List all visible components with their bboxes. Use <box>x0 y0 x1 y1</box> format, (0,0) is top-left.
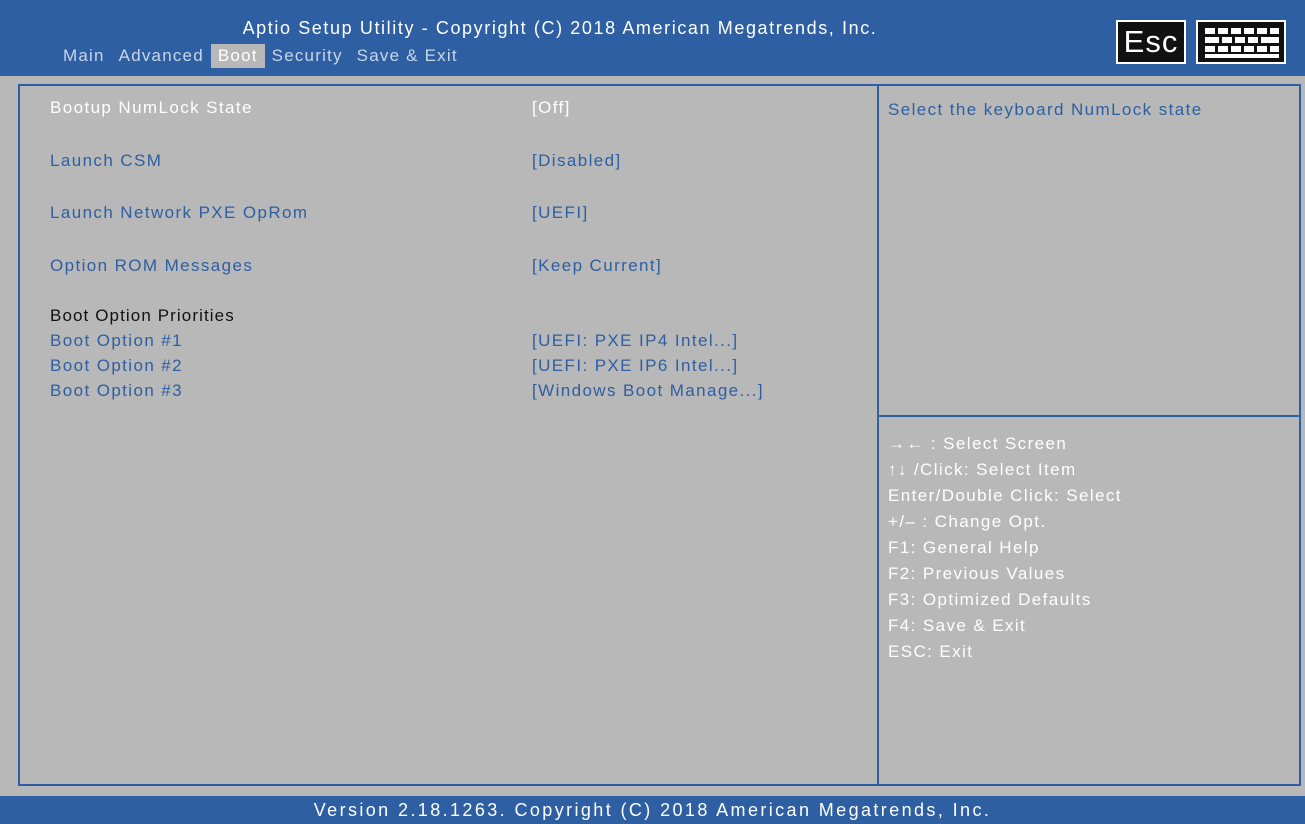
boot-option-1-label[interactable]: Boot Option #1 <box>50 331 183 351</box>
panel-divider <box>877 84 879 786</box>
help-text: Select the keyboard NumLock state <box>888 100 1203 119</box>
setting-launch-pxe-oprom-value[interactable]: [UEFI] <box>532 203 589 223</box>
keyboard-icon[interactable] <box>1196 20 1286 64</box>
setting-launch-pxe-oprom-label[interactable]: Launch Network PXE OpRom <box>50 203 308 223</box>
boot-option-3-label[interactable]: Boot Option #3 <box>50 381 183 401</box>
boot-priorities-heading: Boot Option Priorities <box>50 306 235 325</box>
version-footer: Version 2.18.1263. Copyright (C) 2018 Am… <box>0 796 1305 824</box>
key-help-select-item: ↑↓ /Click: Select Item <box>888 460 1077 479</box>
boot-option-2-label[interactable]: Boot Option #2 <box>50 356 183 376</box>
key-help-list: →← : Select Screen ↑↓ /Click: Select Ite… <box>888 431 1122 665</box>
esc-button[interactable]: Esc <box>1116 20 1186 64</box>
boot-option-1-value[interactable]: [UEFI: PXE IP4 Intel...] <box>532 331 739 351</box>
tab-save-exit[interactable]: Save & Exit <box>350 44 465 68</box>
header-bar: Aptio Setup Utility - Copyright (C) 2018… <box>0 0 1305 76</box>
tab-bar: Main Advanced Boot Security Save & Exit <box>56 44 465 70</box>
setting-option-rom-messages-value[interactable]: [Keep Current] <box>532 256 662 276</box>
tab-boot[interactable]: Boot <box>210 44 265 68</box>
help-divider <box>879 415 1301 417</box>
key-help-select: Enter/Double Click: Select <box>888 486 1122 505</box>
boot-option-3-value[interactable]: [Windows Boot Manage...] <box>532 381 764 401</box>
key-help-general-help: F1: General Help <box>888 538 1040 557</box>
setting-launch-csm-value[interactable]: [Disabled] <box>532 151 622 171</box>
tab-advanced[interactable]: Advanced <box>112 44 211 68</box>
key-help-esc-exit: ESC: Exit <box>888 642 974 661</box>
key-help-save-exit: F4: Save & Exit <box>888 616 1027 635</box>
key-help-optimized-defaults: F3: Optimized Defaults <box>888 590 1092 609</box>
setting-bootup-numlock-value[interactable]: [Off] <box>532 98 571 118</box>
utility-title: Aptio Setup Utility - Copyright (C) 2018… <box>242 18 878 38</box>
setting-bootup-numlock-label[interactable]: Bootup NumLock State <box>50 98 253 118</box>
tab-security[interactable]: Security <box>265 44 350 68</box>
setting-launch-csm-label[interactable]: Launch CSM <box>50 151 162 171</box>
setting-option-rom-messages-label[interactable]: Option ROM Messages <box>50 256 253 276</box>
key-help-select-screen: →← : Select Screen <box>888 434 1068 453</box>
tab-main[interactable]: Main <box>56 44 112 68</box>
key-help-change-opt: +/– : Change Opt. <box>888 512 1047 531</box>
key-help-previous-values: F2: Previous Values <box>888 564 1066 583</box>
boot-option-2-value[interactable]: [UEFI: PXE IP6 Intel...] <box>532 356 739 376</box>
